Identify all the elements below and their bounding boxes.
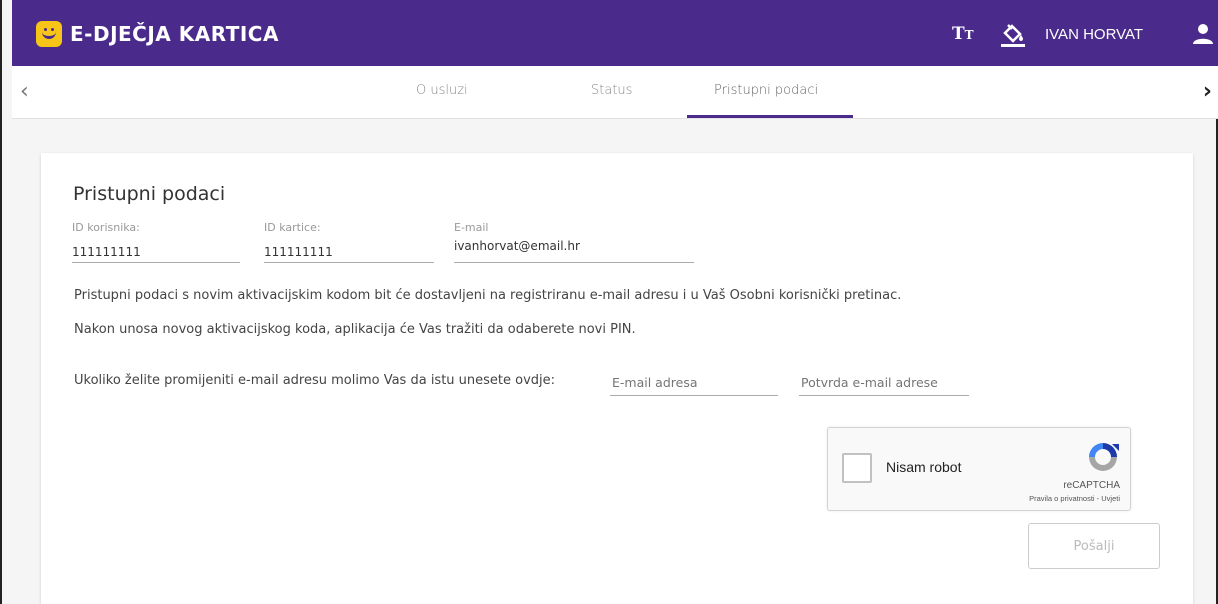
tab-pristupni-podaci[interactable]: Pristupni podaci: [714, 83, 818, 98]
text-size-icon[interactable]: TT: [952, 24, 974, 44]
recaptcha-privacy-links[interactable]: Pravila o privatnosti - Uvjeti: [1029, 494, 1120, 503]
change-email-prompt: Ukoliko želite promijeniti e-mail adresu…: [74, 373, 556, 388]
info-text-2: Nakon unosa novog aktivacijskog koda, ap…: [74, 322, 636, 337]
user-name-button[interactable]: IVAN HORVAT: [1045, 26, 1143, 43]
recaptcha-brand: reCAPTCHA: [1063, 480, 1120, 491]
card-title: Pristupni podaci: [73, 183, 226, 205]
tabs-prev-icon[interactable]: ‹: [20, 79, 29, 104]
active-tab-indicator: [687, 115, 853, 118]
user-id-label: ID korisnika:: [72, 221, 140, 234]
email-underline: [454, 262, 694, 263]
send-button[interactable]: Pošalji: [1028, 523, 1160, 569]
app-frame: E-DJEČJA KARTICA TT IVAN HORVAT ‹ O uslu…: [0, 0, 1218, 604]
card-id-label: ID kartice:: [264, 221, 321, 234]
card-id-value: 111111111: [264, 245, 333, 259]
app-header: E-DJEČJA KARTICA TT IVAN HORVAT: [12, 0, 1218, 66]
card-id-underline: [264, 262, 434, 263]
app-title: E-DJEČJA KARTICA: [70, 22, 279, 46]
tab-status[interactable]: Status: [591, 83, 632, 98]
info-text-1: Pristupni podaci s novim aktivacijskim k…: [74, 288, 902, 303]
tab-o-usluzi[interactable]: O usluzi: [416, 83, 468, 98]
user-icon[interactable]: [1192, 22, 1214, 46]
access-data-card: Pristupni podaci ID korisnika: 111111111…: [41, 153, 1193, 604]
app-logo: [36, 21, 62, 47]
confirm-email-underline: [799, 395, 969, 396]
recaptcha-widget: Nisam robot reCAPTCHA Pravila o privatno…: [827, 427, 1131, 511]
new-email-input[interactable]: [612, 372, 777, 392]
tabs-next-icon[interactable]: ›: [1203, 79, 1212, 104]
paint-bucket-icon[interactable]: [999, 20, 1027, 48]
confirm-email-input[interactable]: [801, 372, 969, 392]
recaptcha-label: Nisam robot: [886, 459, 962, 475]
email-label: E-mail: [454, 221, 489, 234]
recaptcha-checkbox[interactable]: [842, 453, 872, 483]
new-email-underline: [610, 395, 778, 396]
user-id-value: 111111111: [72, 245, 141, 259]
recaptcha-logo-icon: [1089, 443, 1119, 471]
user-id-underline: [72, 262, 240, 263]
tab-bar: ‹ O usluzi Status Pristupni podaci ›: [12, 66, 1218, 119]
email-value: ivanhorvat@email.hr: [454, 239, 580, 253]
